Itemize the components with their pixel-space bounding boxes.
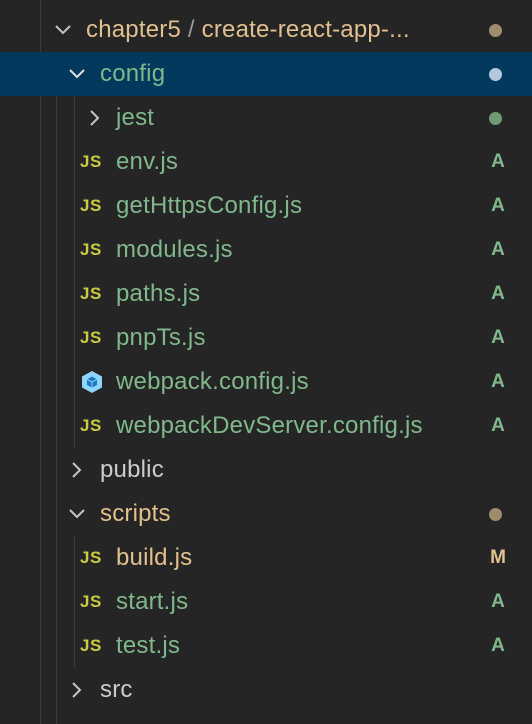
file-label: webpack.config.js bbox=[116, 368, 309, 395]
modified-dot bbox=[489, 24, 502, 37]
tree-row-gethttpsconfig-js[interactable]: JS getHttpsConfig.js A bbox=[0, 184, 532, 228]
chevron-down-icon[interactable] bbox=[66, 63, 88, 85]
git-status-badge: A bbox=[491, 635, 505, 656]
tree-row-start-js[interactable]: JS start.js A bbox=[0, 580, 532, 624]
file-label: env.js bbox=[116, 148, 179, 175]
file-label: getHttpsConfig.js bbox=[116, 192, 303, 219]
git-status-badge: A bbox=[491, 283, 505, 304]
file-label: start.js bbox=[116, 588, 189, 615]
chevron-right-icon[interactable] bbox=[66, 459, 88, 481]
status-dot bbox=[489, 68, 502, 81]
tree-row-scripts[interactable]: scripts bbox=[0, 492, 532, 536]
folder-label: jest bbox=[116, 104, 155, 131]
javascript-file-icon: JS bbox=[80, 416, 102, 435]
tree-row-pnpts-js[interactable]: JS pnpTs.js A bbox=[0, 316, 532, 360]
javascript-file-icon: JS bbox=[80, 548, 102, 567]
tree-row-build-js[interactable]: JS build.js M bbox=[0, 536, 532, 580]
javascript-file-icon: JS bbox=[80, 636, 102, 655]
git-status-badge: A bbox=[491, 239, 505, 260]
chevron-down-icon[interactable] bbox=[52, 19, 74, 41]
parent-folder-name: chapter5 bbox=[86, 16, 181, 43]
javascript-file-icon: JS bbox=[80, 284, 102, 303]
tree-row-project[interactable]: chapter5 / create-react-app-... bbox=[0, 8, 532, 52]
git-status-badge: A bbox=[491, 151, 505, 172]
chevron-right-icon[interactable] bbox=[84, 107, 106, 129]
git-status-badge: A bbox=[491, 591, 505, 612]
git-status-badge: A bbox=[491, 371, 505, 392]
folder-label: public bbox=[100, 456, 164, 483]
git-status-badge: A bbox=[491, 327, 505, 348]
partially-visible-row bbox=[100, 714, 160, 724]
tree-row-src[interactable]: src bbox=[0, 668, 532, 712]
tree-row-config[interactable]: config bbox=[0, 52, 532, 96]
project-label: chapter5 / create-react-app-... bbox=[86, 8, 410, 52]
tree-row-env-js[interactable]: JS env.js A bbox=[0, 140, 532, 184]
file-label: build.js bbox=[116, 544, 193, 571]
tree-row-test-js[interactable]: JS test.js A bbox=[0, 624, 532, 668]
chevron-down-icon[interactable] bbox=[66, 503, 88, 525]
folder-label: src bbox=[100, 676, 133, 703]
git-status-badge: A bbox=[491, 195, 505, 216]
tree-row-webpack-config-js[interactable]: webpack.config.js A bbox=[0, 360, 532, 404]
javascript-file-icon: JS bbox=[80, 196, 102, 215]
chevron-right-icon[interactable] bbox=[66, 679, 88, 701]
status-dot bbox=[489, 508, 502, 521]
javascript-file-icon: JS bbox=[80, 152, 102, 171]
javascript-file-icon: JS bbox=[80, 328, 102, 347]
tree-row-jest[interactable]: jest bbox=[0, 96, 532, 140]
tree-row-webpackdevserver-config-js[interactable]: JS webpackDevServer.config.js A bbox=[0, 404, 532, 448]
tree-row-public[interactable]: public bbox=[0, 448, 532, 492]
file-explorer: chapter5 / create-react-app-... config j… bbox=[0, 0, 532, 724]
file-label: webpackDevServer.config.js bbox=[116, 412, 423, 439]
status-dot bbox=[489, 112, 502, 125]
file-label: modules.js bbox=[116, 236, 233, 263]
javascript-file-icon: JS bbox=[80, 240, 102, 259]
git-status-badge: A bbox=[491, 415, 505, 436]
git-status-badge: M bbox=[490, 547, 506, 568]
javascript-file-icon: JS bbox=[80, 592, 102, 611]
file-label: pnpTs.js bbox=[116, 324, 206, 351]
path-separator: / bbox=[187, 16, 195, 43]
folder-label: scripts bbox=[100, 500, 171, 527]
project-folder-name: create-react-app-... bbox=[201, 16, 410, 43]
webpack-icon bbox=[80, 370, 104, 394]
file-label: test.js bbox=[116, 632, 181, 659]
tree-row-paths-js[interactable]: JS paths.js A bbox=[0, 272, 532, 316]
file-label: paths.js bbox=[116, 280, 201, 307]
tree-row-modules-js[interactable]: JS modules.js A bbox=[0, 228, 532, 272]
folder-label: config bbox=[100, 60, 166, 87]
